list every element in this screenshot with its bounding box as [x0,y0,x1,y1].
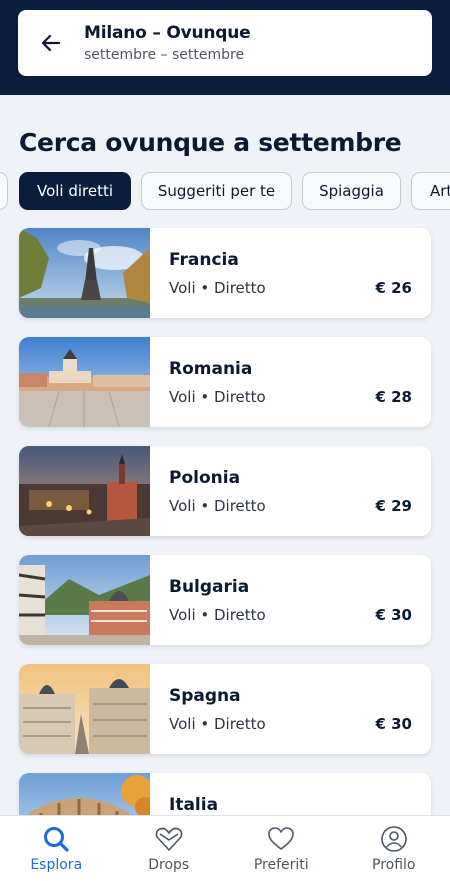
destination-card-polonia[interactable]: Polonia Voli • Diretto € 29 [19,446,431,536]
destination-info: Polonia Voli • Diretto € 29 [150,446,431,536]
heart-outline-icon [154,824,184,854]
destination-image-polonia [19,446,150,536]
destination-meta: Voli • Diretto [169,388,266,406]
tab-profilo[interactable]: Profilo [338,816,450,881]
destination-meta: Voli • Diretto [169,279,266,297]
tab-label: Drops [148,857,190,873]
profile-icon [379,824,409,854]
destination-meta: Voli • Diretto [169,606,266,624]
destination-country: Spagna [169,686,241,706]
back-button[interactable] [18,10,84,76]
destination-country: Polonia [169,468,241,488]
tab-preferiti[interactable]: Preferiti [225,816,338,881]
tab-drops[interactable]: Drops [113,816,226,881]
filter-chip-arte[interactable]: Arte [411,172,450,210]
destination-meta: Voli • Diretto [169,497,266,515]
destination-info: Romania Voli • Diretto € 28 [150,337,431,427]
app-header: Milano – Ovunque settembre – settembre [0,0,450,95]
destination-country: Italia [169,795,219,815]
destination-meta: Voli • Diretto [169,715,266,733]
destination-price: € 30 [375,606,412,624]
destination-image-romania [19,337,150,427]
search-summary-card[interactable]: Milano – Ovunque settembre – settembre [18,10,432,76]
destination-info: Spagna Voli • Diretto € 30 [150,664,431,754]
filter-chip-spiaggia[interactable]: Spiaggia [302,172,401,210]
destination-info: Francia Voli • Diretto € 26 [150,228,431,318]
tab-esplora[interactable]: Esplora [0,816,113,881]
search-summary: Milano – Ovunque settembre – settembre [84,23,251,63]
dates-label: settembre – settembre [84,47,245,63]
filter-chip-cropped[interactable] [0,172,8,210]
destination-image-francia [19,228,150,318]
destination-country: Francia [169,250,239,270]
destination-card-bulgaria[interactable]: Bulgaria Voli • Diretto € 30 [19,555,431,645]
tab-label: Esplora [30,857,83,873]
filter-chip-voli-diretti[interactable]: Voli diretti [19,172,131,210]
arrow-left-icon [41,34,61,52]
destination-price: € 30 [375,715,412,733]
heart-icon [266,824,296,854]
filter-chips: Voli diretti Suggeriti per te Spiaggia A… [0,172,450,210]
destination-country: Bulgaria [169,577,250,597]
destination-card-spagna[interactable]: Spagna Voli • Diretto € 30 [19,664,431,754]
destination-image-bulgaria [19,555,150,645]
destination-price: € 26 [375,279,412,297]
route-label: Milano – Ovunque [84,23,251,43]
destination-image-spagna [19,664,150,754]
destination-card-romania[interactable]: Romania Voli • Diretto € 28 [19,337,431,427]
destination-country: Romania [169,359,253,379]
bottom-tab-bar: Esplora Drops Preferiti Profilo [0,815,450,881]
destination-card-francia[interactable]: Francia Voli • Diretto € 26 [19,228,431,318]
page-title: Cerca ovunque a settembre [19,128,402,157]
filter-chip-suggeriti[interactable]: Suggeriti per te [141,172,292,210]
destination-price: € 28 [375,388,412,406]
tab-label: Preferiti [253,857,309,873]
search-icon [41,824,71,854]
destination-info: Bulgaria Voli • Diretto € 30 [150,555,431,645]
destination-price: € 29 [375,497,412,515]
tab-label: Profilo [372,857,416,873]
